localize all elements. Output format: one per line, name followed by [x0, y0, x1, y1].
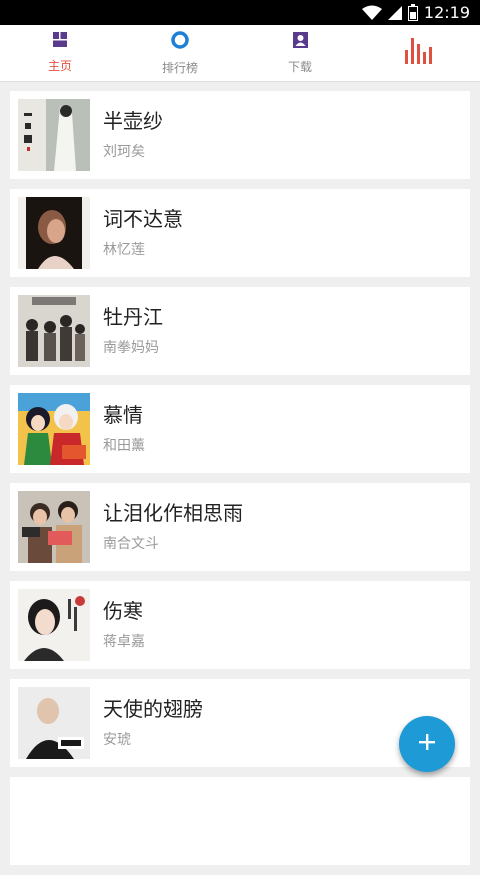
- tab-home[interactable]: 主页: [0, 25, 120, 81]
- status-bar: 12:19: [0, 0, 480, 25]
- song-item[interactable]: 词不达意 林忆莲: [10, 189, 470, 277]
- album-cover: [18, 295, 90, 367]
- status-time: 12:19: [423, 3, 470, 22]
- song-artist: 林忆莲: [103, 242, 145, 258]
- song-title: 天使的翅膀: [103, 697, 203, 721]
- album-cover: [18, 589, 90, 661]
- album-cover: [18, 393, 90, 465]
- battery-icon: [407, 4, 418, 21]
- song-artist: 南拳妈妈: [103, 340, 159, 356]
- song-list: 半壶纱 刘珂矣 词不达意 林忆莲 牡丹江 南拳妈妈 慕情 和田薰 让泪化作相思雨…: [10, 91, 470, 875]
- home-grid-icon: [53, 32, 67, 51]
- tab-download-label: 下载: [287, 59, 312, 74]
- song-title: 让泪化作相思雨: [103, 501, 243, 525]
- tab-equalizer[interactable]: [360, 25, 480, 81]
- wifi-icon: [361, 5, 382, 21]
- song-item[interactable]: 牡丹江 南拳妈妈: [10, 287, 470, 375]
- song-item[interactable]: 伤寒 蒋卓嘉: [10, 581, 470, 669]
- song-artist: 刘珂矣: [103, 144, 145, 160]
- album-cover: [18, 491, 90, 563]
- song-item[interactable]: 慕情 和田薰: [10, 385, 470, 473]
- song-item[interactable]: 半壶纱 刘珂矣: [10, 91, 470, 179]
- song-title: 牡丹江: [103, 305, 163, 329]
- user-box-icon: [292, 31, 308, 52]
- equalizer-icon: [405, 38, 435, 68]
- song-item[interactable]: [10, 777, 470, 865]
- album-cover: [18, 197, 90, 269]
- tab-bar: 主页 排行榜 下载: [0, 25, 480, 82]
- signal-icon: [387, 5, 402, 21]
- ring-icon: [171, 30, 189, 53]
- song-artist: 和田薰: [103, 438, 145, 454]
- album-cover: [18, 99, 90, 171]
- tab-download[interactable]: 下载: [240, 25, 360, 81]
- tab-ranking-label: 排行榜: [161, 60, 198, 75]
- plus-icon: [418, 733, 436, 755]
- song-title: 伤寒: [103, 599, 143, 623]
- song-title: 词不达意: [103, 207, 183, 231]
- album-cover: [18, 687, 90, 759]
- song-artist: 南合文斗: [103, 536, 159, 552]
- tab-home-label: 主页: [47, 59, 72, 73]
- song-item[interactable]: 让泪化作相思雨 南合文斗: [10, 483, 470, 571]
- song-title: 慕情: [103, 403, 143, 427]
- tab-ranking[interactable]: 排行榜: [120, 25, 240, 81]
- song-artist: 蒋卓嘉: [103, 634, 145, 650]
- song-title: 半壶纱: [103, 109, 163, 133]
- song-artist: 安琥: [103, 732, 131, 748]
- add-fab-button[interactable]: [399, 716, 455, 772]
